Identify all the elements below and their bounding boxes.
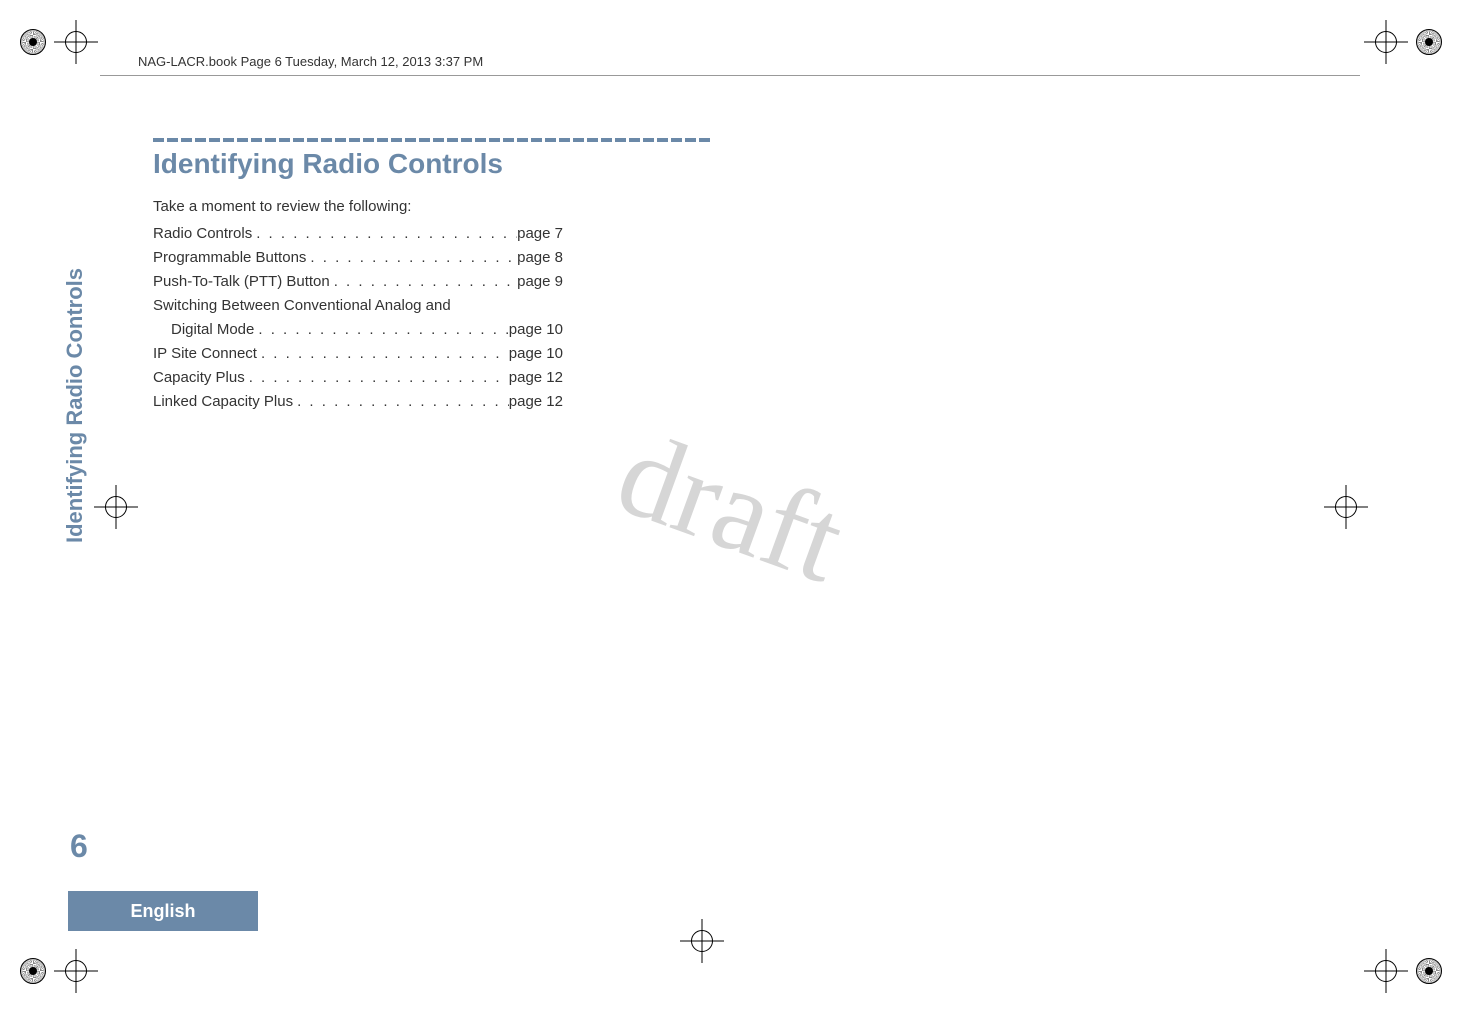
toc-label: Linked Capacity Plus (153, 390, 293, 414)
section-divider-dashes (153, 138, 723, 142)
crosshair-icon (54, 20, 98, 64)
toc-label: IP Site Connect (153, 342, 257, 366)
crosshair-icon (680, 919, 724, 963)
running-head: NAG-LACR.book Page 6 Tuesday, March 12, … (138, 54, 483, 69)
crop-mark-mid-left (94, 485, 138, 529)
toc-entry: Programmable Buttons . . . . . . . . . .… (153, 246, 563, 270)
section-title: Identifying Radio Controls (153, 148, 503, 180)
crosshair-icon (1364, 949, 1408, 993)
crop-mark-mid-right (1324, 485, 1368, 529)
draft-watermark: draft (601, 403, 861, 610)
registration-circle-icon (20, 29, 46, 55)
toc-entry: Push-To-Talk (PTT) Button . . . . . . . … (153, 270, 563, 294)
toc-page: page 7 (517, 222, 563, 246)
registration-circle-icon (1416, 29, 1442, 55)
toc-label: Push-To-Talk (PTT) Button (153, 270, 330, 294)
toc-entry: Capacity Plus . . . . . . . . . . . . . … (153, 366, 563, 390)
toc-leader-dots: . . . . . . . . . . . . . . . . . . . . … (306, 246, 517, 270)
toc-label: Radio Controls (153, 222, 252, 246)
crop-mark-bottom-center (680, 919, 724, 963)
language-tab: English (68, 891, 258, 931)
page-number: 6 (70, 828, 88, 865)
crosshair-icon (1364, 20, 1408, 64)
toc-label: Programmable Buttons (153, 246, 306, 270)
toc-entry: Linked Capacity Plus . . . . . . . . . .… (153, 390, 563, 414)
toc-page: page 10 (509, 342, 563, 366)
toc-label: Capacity Plus (153, 366, 245, 390)
toc-label: Switching Between Conventional Analog an… (153, 294, 451, 318)
toc-leader-dots: . . . . . . . . . . . . . . . . . . . . … (330, 270, 517, 294)
toc-entry: Radio Controls . . . . . . . . . . . . .… (153, 222, 563, 246)
crop-mark-top-left (20, 20, 98, 64)
language-tab-label: English (130, 901, 195, 922)
toc-page: page 12 (509, 390, 563, 414)
toc-entry: Switching Between Conventional Analog an… (153, 294, 563, 318)
crosshair-icon (54, 949, 98, 993)
toc-leader-dots: . . . . . . . . . . . . . . . . . . . . … (245, 366, 509, 390)
crop-mark-bottom-right (1364, 949, 1442, 993)
table-of-contents: Radio Controls . . . . . . . . . . . . .… (153, 222, 563, 414)
toc-label: Digital Mode (171, 318, 254, 342)
crop-mark-top-right (1364, 20, 1442, 64)
toc-leader-dots: . . . . . . . . . . . . . . . . . . . . … (293, 390, 509, 414)
crosshair-icon (94, 485, 138, 529)
crosshair-icon (1324, 485, 1368, 529)
toc-page: page 10 (509, 318, 563, 342)
registration-circle-icon (1416, 958, 1442, 984)
crop-mark-bottom-left (20, 949, 98, 993)
toc-leader-dots: . . . . . . . . . . . . . . . . . . . . … (252, 222, 517, 246)
toc-page: page 9 (517, 270, 563, 294)
toc-page: page 12 (509, 366, 563, 390)
toc-page: page 8 (517, 246, 563, 270)
toc-leader-dots: . . . . . . . . . . . . . . . . . . . . … (257, 342, 509, 366)
registration-circle-icon (20, 958, 46, 984)
toc-entry: Digital Mode . . . . . . . . . . . . . .… (153, 318, 563, 342)
header-rule (100, 75, 1360, 76)
sidebar-section-name: Identifying Radio Controls (62, 268, 88, 543)
toc-leader-dots: . . . . . . . . . . . . . . . . . . . . … (254, 318, 508, 342)
toc-entry: IP Site Connect . . . . . . . . . . . . … (153, 342, 563, 366)
section-intro: Take a moment to review the following: (153, 198, 411, 215)
